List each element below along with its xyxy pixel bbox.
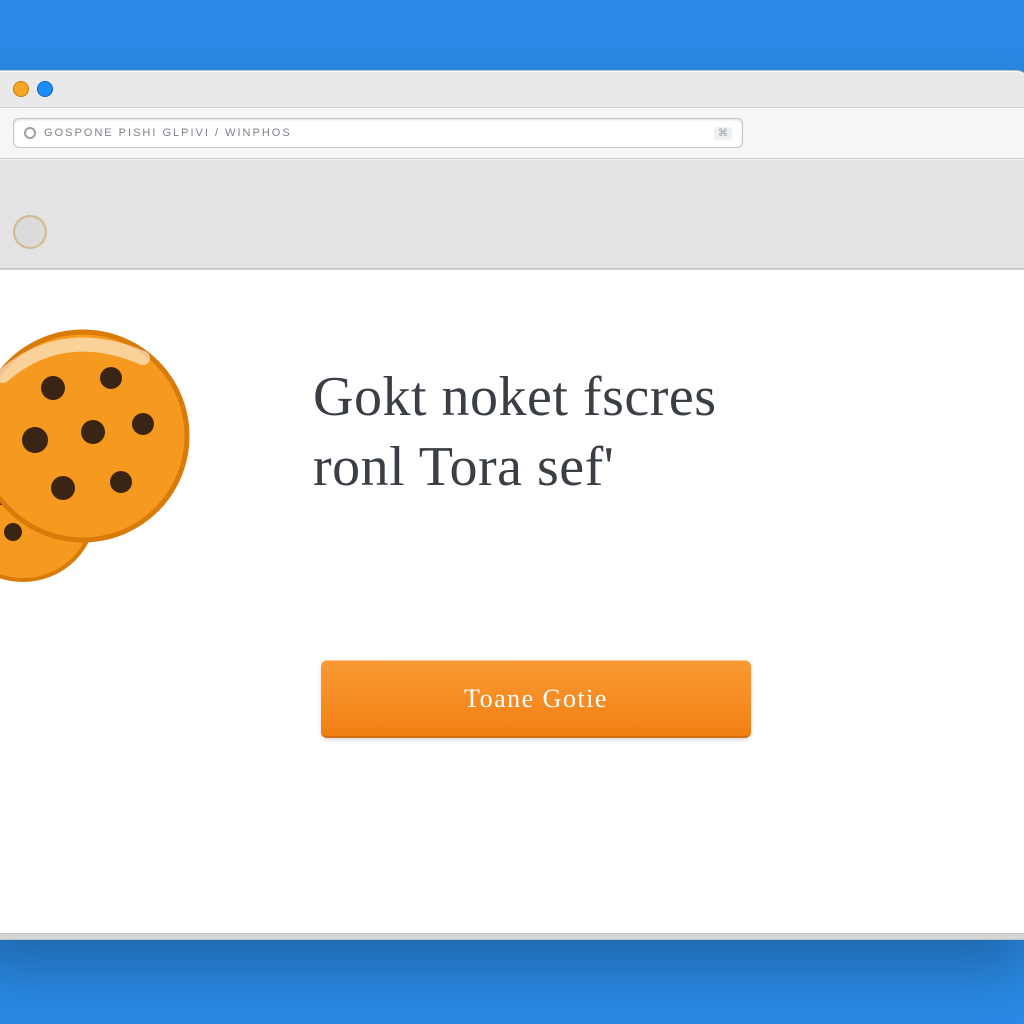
- cookie-consent-line2: ronl Tora sef': [313, 432, 969, 502]
- cookie-icon: [0, 328, 203, 588]
- window-controls: [13, 81, 53, 97]
- address-bar[interactable]: GOSPONE PISHI GLPIVI / WINPHOS ⌘: [13, 118, 743, 148]
- cookie-consent-line1: Gokt noket fscres: [313, 362, 969, 432]
- window-bottom-edge: [0, 933, 1024, 939]
- window-control-zoom[interactable]: [37, 81, 53, 97]
- site-info-icon[interactable]: [24, 127, 36, 139]
- cookie-consent-message: Gokt noket fscres ronl Tora sef': [313, 362, 969, 502]
- url-text: GOSPONE PISHI GLPIVI / WINPHOS: [44, 127, 714, 139]
- toolbar-knob-icon: [13, 215, 47, 249]
- address-strip: GOSPONE PISHI GLPIVI / WINPHOS ⌘: [0, 107, 1024, 159]
- window-control-minimize[interactable]: [13, 81, 29, 97]
- url-shortcut-badge: ⌘: [714, 127, 732, 140]
- toolbar-region: [0, 159, 1024, 269]
- accept-cookies-button[interactable]: Toane Gotie: [321, 660, 751, 738]
- page-content: Gokt noket fscres ronl Tora sef' Toane G…: [0, 269, 1024, 939]
- browser-window: GOSPONE PISHI GLPIVI / WINPHOS ⌘: [0, 70, 1024, 940]
